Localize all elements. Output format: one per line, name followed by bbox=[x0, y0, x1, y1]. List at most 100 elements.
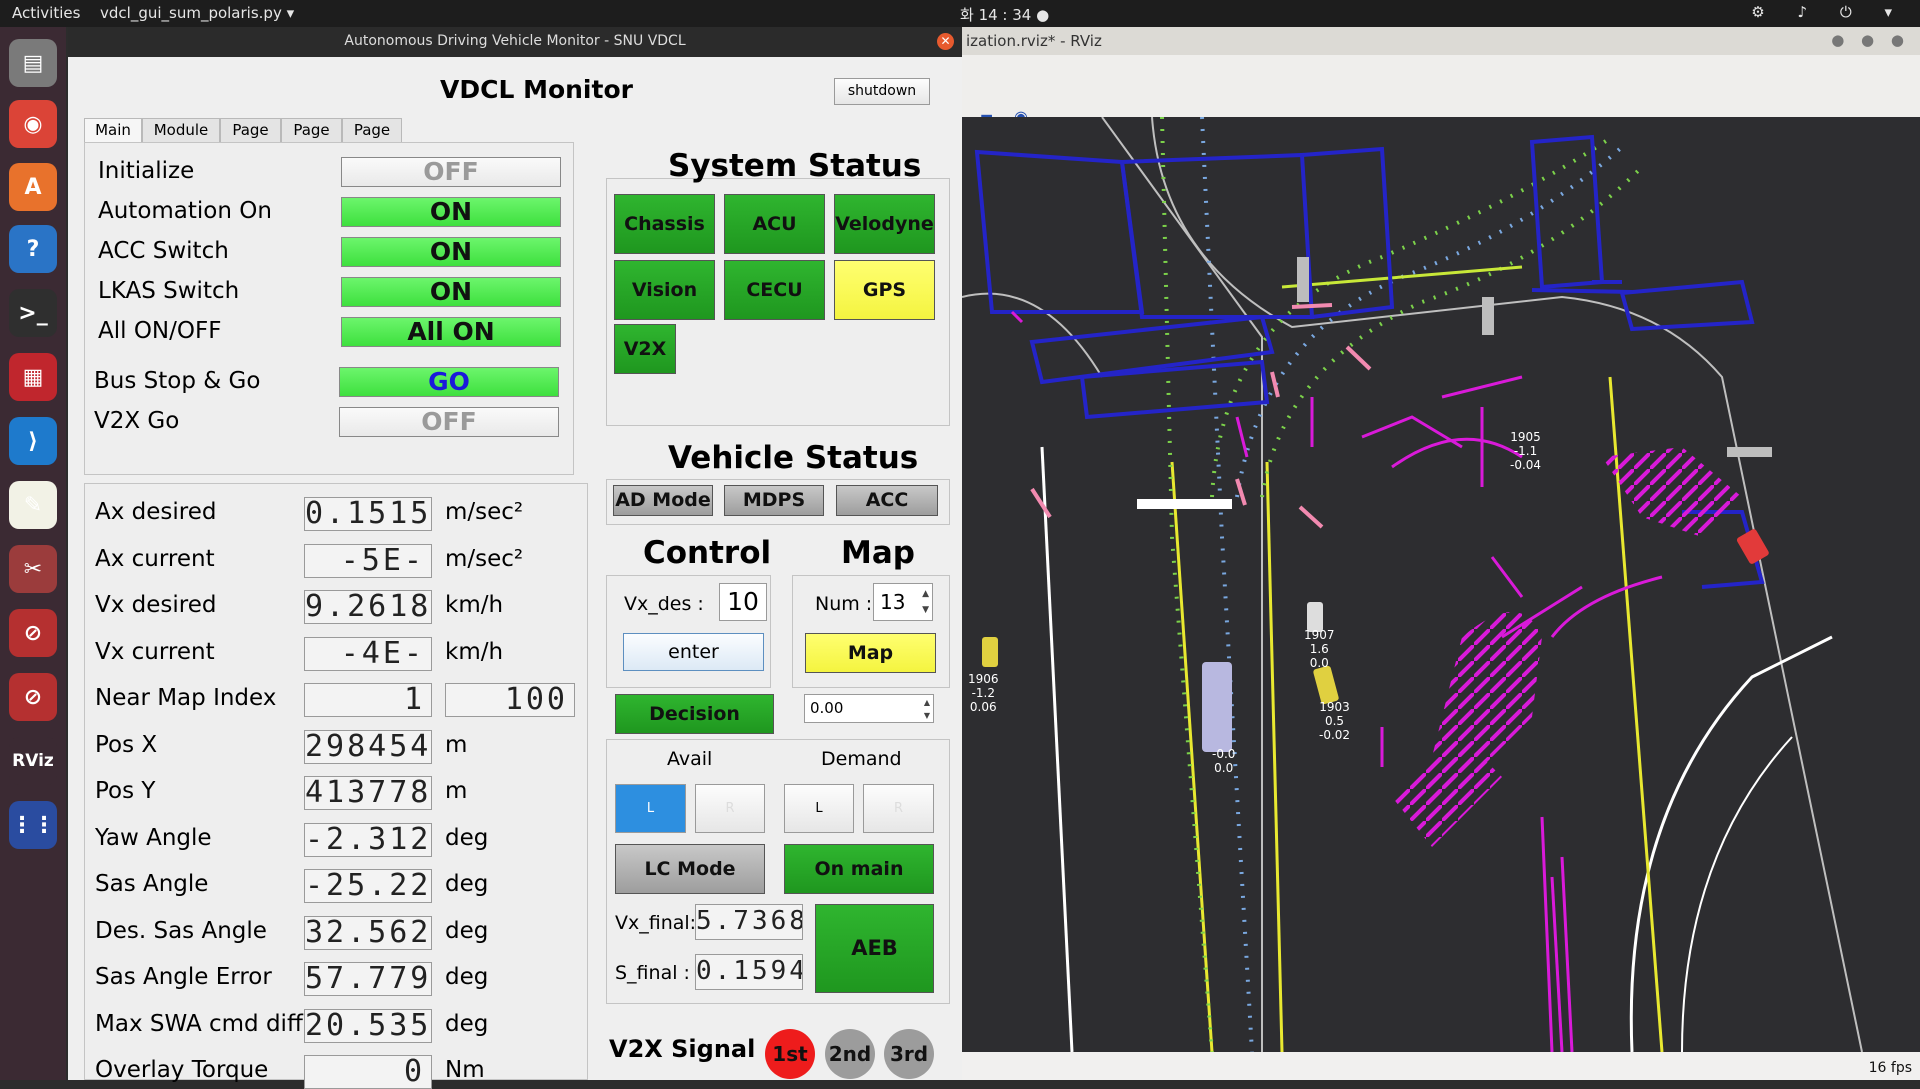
readout-unit: deg bbox=[445, 825, 489, 851]
gui-title-bar: Autonomous Driving Vehicle Monitor - SNU… bbox=[68, 27, 962, 57]
control-title: Control bbox=[643, 535, 772, 571]
shutdown-button[interactable]: shutdown bbox=[834, 78, 930, 105]
spin-arrows-icon-2[interactable]: ▲ ▼ bbox=[924, 696, 930, 722]
toggle-button[interactable]: All ON bbox=[341, 317, 561, 347]
clock[interactable]: 화 14 : 34 ● bbox=[960, 4, 1049, 25]
enter-button[interactable]: enter bbox=[623, 633, 764, 671]
readout-value: 0 bbox=[304, 1055, 432, 1089]
readout-label: Near Map Index bbox=[95, 685, 277, 711]
readout-unit: km/h bbox=[445, 592, 504, 618]
tab-page-2[interactable]: Page bbox=[281, 118, 342, 143]
object-label-1906: 1906 -1.2 0.06 bbox=[968, 672, 999, 714]
tab-main[interactable]: Main bbox=[84, 118, 142, 143]
chrome-icon[interactable]: ◉ bbox=[9, 100, 57, 148]
decision-spinbox[interactable]: 0.00 ▲ ▼ bbox=[804, 694, 934, 723]
acc-indicator: ACC bbox=[836, 485, 938, 516]
tab-module[interactable]: Module bbox=[142, 118, 220, 143]
dock: ▤ ◉ A? >_ ▦ ⟩ ✎ ✂ ⊘ ⊘ RViz ⋮⋮ bbox=[0, 27, 66, 1080]
rviz-3d-view[interactable]: 1905 -1.1 -0.04 1906 -1.2 0.06 1907 1.6 0.0 19… bbox=[962, 117, 1920, 1052]
readout-label: Sas Angle Error bbox=[95, 964, 272, 990]
aeb-indicator: AEB bbox=[815, 904, 934, 993]
activities-button[interactable]: Activities bbox=[12, 4, 80, 22]
rviz-title-bar: ization.rviz* - RViz ● ● ● bbox=[962, 27, 1920, 55]
demand-left-button[interactable]: L bbox=[784, 784, 854, 833]
settings-icon[interactable]: ✂ bbox=[9, 545, 57, 593]
readout-label: Vx current bbox=[95, 639, 215, 665]
readout-unit: km/h bbox=[445, 639, 504, 665]
top-bar: Activities vdcl_gui_sum_polaris.py ▾ 화 1… bbox=[0, 0, 1920, 27]
v2x-signal-2nd: 2nd bbox=[825, 1029, 875, 1079]
readout-unit: m bbox=[445, 732, 468, 758]
toggle-label: Initialize bbox=[98, 158, 195, 184]
app-menu[interactable]: vdcl_gui_sum_polaris.py ▾ bbox=[100, 4, 294, 22]
map-num-spinbox[interactable]: 13 ▲ ▼ bbox=[873, 583, 933, 621]
on-main-indicator: On main bbox=[784, 844, 934, 894]
no-entry-icon[interactable]: ⊘ bbox=[9, 609, 57, 657]
help-icon[interactable]: ? bbox=[9, 225, 57, 273]
vx-des-input[interactable]: 10 bbox=[719, 583, 767, 621]
tab-page-3[interactable]: Page bbox=[342, 118, 402, 143]
decision-button[interactable]: Decision bbox=[615, 694, 774, 734]
object-label-1905: 1905 -1.1 -0.04 bbox=[1510, 430, 1542, 472]
readout-unit: deg bbox=[445, 871, 489, 897]
vehicle-status-title: Vehicle Status bbox=[668, 440, 919, 476]
toggle-button[interactable]: ON bbox=[341, 197, 561, 227]
terminal-icon[interactable]: >_ bbox=[9, 289, 57, 337]
v2x-signal-label: V2X Signal bbox=[609, 1035, 756, 1063]
readout-unit: m/sec² bbox=[445, 499, 524, 525]
status-gps: GPS bbox=[834, 260, 935, 320]
s-final-label: S_final : bbox=[615, 962, 690, 984]
files-icon[interactable]: ▤ bbox=[9, 39, 57, 87]
apps-grid-icon[interactable]: ⋮⋮ bbox=[9, 801, 57, 849]
readout-label: Yaw Angle bbox=[95, 825, 212, 851]
toggle-label: Automation On bbox=[98, 198, 272, 224]
readout-label: Pos X bbox=[95, 732, 158, 758]
toggle-button[interactable]: ON bbox=[341, 237, 561, 267]
status-acu: ACU bbox=[724, 194, 825, 254]
toggle-label: V2X Go bbox=[94, 408, 180, 434]
readout-label: Vx desired bbox=[95, 592, 217, 618]
readout-value: 4137784.8 bbox=[304, 776, 432, 810]
toggle-button[interactable]: OFF bbox=[339, 407, 559, 437]
text-editor-icon[interactable]: ✎ bbox=[9, 481, 57, 529]
readout-label: Ax current bbox=[95, 546, 215, 572]
ad-mode-indicator: AD Mode bbox=[613, 485, 713, 516]
window-controls-icon[interactable]: ● ● ● bbox=[1831, 31, 1910, 49]
toggle-button[interactable]: GO bbox=[339, 367, 559, 397]
tab-page-1[interactable]: Page bbox=[220, 118, 281, 143]
no-entry-icon-2[interactable]: ⊘ bbox=[9, 673, 57, 721]
decision-spin-value: 0.00 bbox=[810, 699, 844, 717]
readout-label: Overlay Torque bbox=[95, 1057, 269, 1083]
readout-value-secondary: 100 bbox=[445, 683, 575, 717]
fps-readout: 16 fps bbox=[1868, 1060, 1912, 1076]
window-title: Autonomous Driving Vehicle Monitor - SNU… bbox=[344, 33, 686, 49]
readout-label: Max SWA cmd diff bbox=[95, 1011, 303, 1037]
readout-label: Pos Y bbox=[95, 778, 156, 804]
avail-label: Avail bbox=[667, 748, 713, 770]
readout-value: -4E-06 bbox=[304, 637, 432, 671]
readout-unit: m/sec² bbox=[445, 546, 524, 572]
readout-value: 0.1515 bbox=[304, 497, 432, 531]
readout-value: 20.535 bbox=[304, 1009, 432, 1043]
monitor-title: VDCL Monitor bbox=[440, 75, 633, 104]
status-v2x: V2X bbox=[614, 324, 676, 374]
readout-value: 57.779 bbox=[304, 962, 432, 996]
demand-right-button[interactable]: R bbox=[863, 784, 934, 833]
spin-arrows-icon[interactable]: ▲ ▼ bbox=[922, 586, 929, 618]
avail-left-button[interactable]: L bbox=[615, 784, 686, 833]
vscode-icon[interactable]: ⟩ bbox=[9, 417, 57, 465]
vx-des-label: Vx_des : bbox=[624, 593, 704, 615]
calculator-icon[interactable]: ▦ bbox=[9, 353, 57, 401]
v2x-signal-3rd: 3rd bbox=[884, 1029, 934, 1079]
rviz-icon[interactable]: RViz bbox=[9, 737, 57, 785]
avail-right-button[interactable]: R bbox=[695, 784, 765, 833]
close-icon[interactable]: ✕ bbox=[937, 33, 954, 50]
map-button[interactable]: Map bbox=[805, 633, 936, 673]
software-center-icon[interactable]: A bbox=[9, 163, 57, 211]
system-tray[interactable]: ⚙ ♪ ⏻ ▾ bbox=[1751, 3, 1906, 21]
readout-value: -25.22 bbox=[304, 869, 432, 903]
demand-label: Demand bbox=[821, 748, 902, 770]
readout-label: Ax desired bbox=[95, 499, 217, 525]
toggle-button[interactable]: ON bbox=[341, 277, 561, 307]
toggle-button[interactable]: OFF bbox=[341, 157, 561, 187]
